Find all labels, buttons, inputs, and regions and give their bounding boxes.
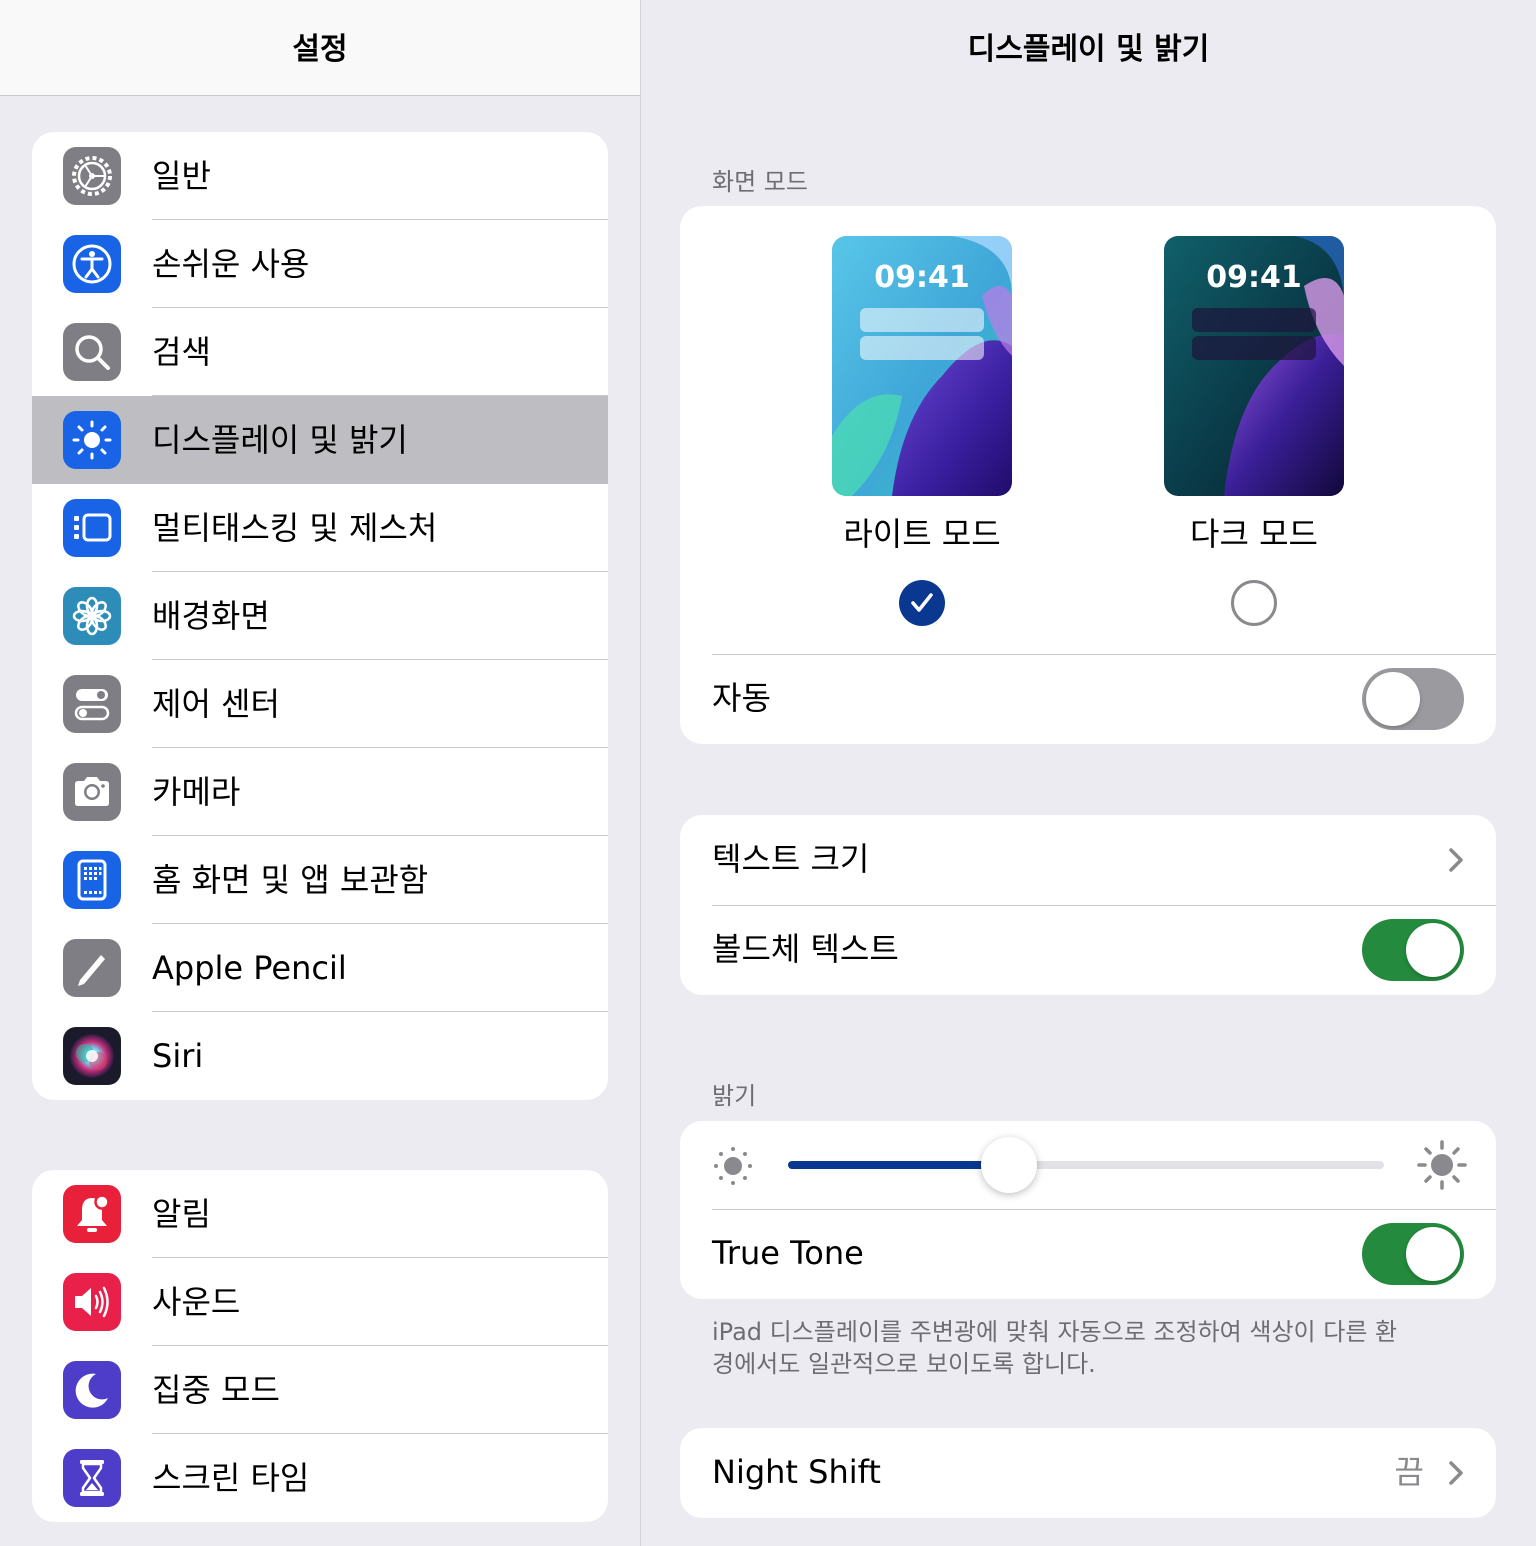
sidebar-item-label: 제어 센터 — [152, 685, 280, 723]
sidebar-item-label: 검색 — [152, 333, 211, 371]
sidebar-item-label: 일반 — [152, 157, 211, 195]
split-divider — [640, 0, 641, 1546]
text-size-label: 텍스트 크기 — [712, 840, 870, 878]
sidebar-item-multitasking[interactable]: 멀티태스킹 및 제스처 — [32, 484, 608, 572]
hourglass-icon — [63, 1449, 121, 1507]
toggles-icon — [63, 675, 121, 733]
brightness-section-header: 밝기 — [712, 1082, 757, 1110]
appearance-section-header: 화면 모드 — [712, 168, 808, 196]
speaker-icon — [63, 1273, 121, 1331]
sidebar-item-label: 카메라 — [152, 773, 241, 811]
notification-placeholder — [860, 336, 984, 360]
moon-icon — [63, 1361, 121, 1419]
sidebar-item-label: 배경화면 — [152, 597, 270, 635]
sun-min-icon — [714, 1147, 752, 1185]
sun-icon — [63, 411, 121, 469]
auto-appearance-row: 자동 — [680, 654, 1496, 744]
notification-placeholder — [1192, 308, 1316, 332]
auto-appearance-toggle[interactable] — [1362, 668, 1464, 730]
sidebar-header: 설정 — [0, 0, 640, 96]
sidebar-item-label: 집중 모드 — [152, 1371, 280, 1409]
accessibility-icon — [63, 235, 121, 293]
light-mode-label: 라이트 모드 — [843, 515, 1001, 553]
text-card: 텍스트 크기 볼드체 텍스트 — [680, 815, 1496, 995]
sidebar-item-camera[interactable]: 카메라 — [32, 748, 608, 836]
home-screen-icon — [63, 851, 121, 909]
chevron-right-icon — [1449, 848, 1463, 872]
sidebar-item-label: 손쉬운 사용 — [152, 245, 310, 283]
night-shift-value: 끔 — [1394, 1453, 1424, 1491]
true-tone-label: True Tone — [712, 1234, 864, 1272]
sidebar-item-wallpaper[interactable]: 배경화면 — [32, 572, 608, 660]
bold-text-toggle[interactable] — [1362, 919, 1464, 981]
true-tone-footnote: iPad 디스플레이를 주변광에 맞춰 자동으로 조정하여 색상이 다른 환경에… — [712, 1318, 1398, 1378]
brightness-card: True Tone — [680, 1121, 1496, 1299]
brightness-slider-row — [680, 1121, 1496, 1209]
sidebar-item-control-center[interactable]: 제어 센터 — [32, 660, 608, 748]
search-icon — [63, 323, 121, 381]
sidebar-item-general[interactable]: 일반 — [32, 132, 608, 220]
settings-group-1: 일반 손쉬운 사용 검색 디스플레이 및 밝기 멀티태스킹 및 제스처 배경화면… — [32, 132, 608, 1100]
light-mode-clock: 09:41 — [874, 260, 970, 295]
sidebar-item-siri[interactable]: Siri — [32, 1012, 608, 1100]
auto-appearance-label: 자동 — [712, 679, 771, 717]
pencil-icon — [63, 939, 121, 997]
appearance-card: 09:41 라이트 모드 09:41 다크 모드 자동 — [680, 206, 1496, 744]
night-shift-row[interactable]: Night Shift 끔 — [680, 1428, 1496, 1518]
sidebar-item-sounds[interactable]: 사운드 — [32, 1258, 608, 1346]
text-size-row[interactable]: 텍스트 크기 — [680, 815, 1496, 905]
settings-group-2: 알림 사운드 집중 모드 스크린 타임 — [32, 1170, 608, 1522]
brightness-slider-fill — [788, 1161, 1009, 1169]
gear-icon — [63, 147, 121, 205]
sidebar-item-accessibility[interactable]: 손쉬운 사용 — [32, 220, 608, 308]
light-mode-radio[interactable] — [899, 580, 945, 626]
notification-placeholder — [860, 308, 984, 332]
siri-icon — [63, 1027, 121, 1085]
sun-max-icon — [1417, 1140, 1467, 1190]
sidebar-item-label: 알림 — [152, 1195, 211, 1233]
sidebar-item-notifications[interactable]: 알림 — [32, 1170, 608, 1258]
sidebar-item-label: Siri — [152, 1037, 204, 1075]
chevron-right-icon — [1449, 1461, 1463, 1485]
bold-text-row: 볼드체 텍스트 — [680, 905, 1496, 995]
sidebar-item-search[interactable]: 검색 — [32, 308, 608, 396]
night-shift-label: Night Shift — [712, 1453, 881, 1491]
page-title: 디스플레이 및 밝기 — [967, 32, 1210, 67]
dark-mode-option[interactable]: 09:41 다크 모드 — [1164, 236, 1344, 626]
sidebar-item-screen-time[interactable]: 스크린 타임 — [32, 1434, 608, 1522]
sidebar-item-home-screen[interactable]: 홈 화면 및 앱 보관함 — [32, 836, 608, 924]
camera-icon — [63, 763, 121, 821]
brightness-slider-thumb[interactable] — [981, 1137, 1037, 1193]
sidebar-item-apple-pencil[interactable]: Apple Pencil — [32, 924, 608, 1012]
sidebar-title: 설정 — [292, 32, 348, 67]
sidebar-item-label: 스크린 타임 — [152, 1459, 310, 1497]
multitasking-icon — [63, 499, 121, 557]
sidebar: 설정 일반 손쉬운 사용 검색 디스플레이 및 밝기 멀티태스킹 및 제스처 배… — [0, 0, 640, 1546]
sidebar-item-focus[interactable]: 집중 모드 — [32, 1346, 608, 1434]
brightness-slider[interactable] — [788, 1137, 1384, 1193]
sidebar-item-label: 사운드 — [152, 1283, 241, 1321]
checkmark-icon — [911, 593, 933, 612]
flower-icon — [63, 587, 121, 645]
dark-mode-clock: 09:41 — [1206, 260, 1302, 295]
sidebar-item-label: 멀티태스킹 및 제스처 — [152, 509, 438, 547]
sidebar-item-label: Apple Pencil — [152, 949, 347, 987]
true-tone-row: True Tone — [680, 1209, 1496, 1299]
bell-icon — [63, 1185, 121, 1243]
sidebar-item-label: 디스플레이 및 밝기 — [152, 421, 408, 459]
sidebar-item-display-brightness[interactable]: 디스플레이 및 밝기 — [32, 396, 608, 484]
notification-placeholder — [1192, 336, 1316, 360]
light-mode-preview[interactable]: 09:41 — [832, 236, 1012, 496]
dark-mode-label: 다크 모드 — [1190, 515, 1318, 553]
sidebar-item-label: 홈 화면 및 앱 보관함 — [152, 861, 429, 899]
night-shift-card: Night Shift 끔 — [680, 1428, 1496, 1518]
dark-mode-preview[interactable]: 09:41 — [1164, 236, 1344, 496]
dark-mode-radio[interactable] — [1231, 580, 1277, 626]
light-mode-option[interactable]: 09:41 라이트 모드 — [832, 236, 1012, 626]
bold-text-label: 볼드체 텍스트 — [712, 930, 899, 968]
true-tone-toggle[interactable] — [1362, 1223, 1464, 1285]
